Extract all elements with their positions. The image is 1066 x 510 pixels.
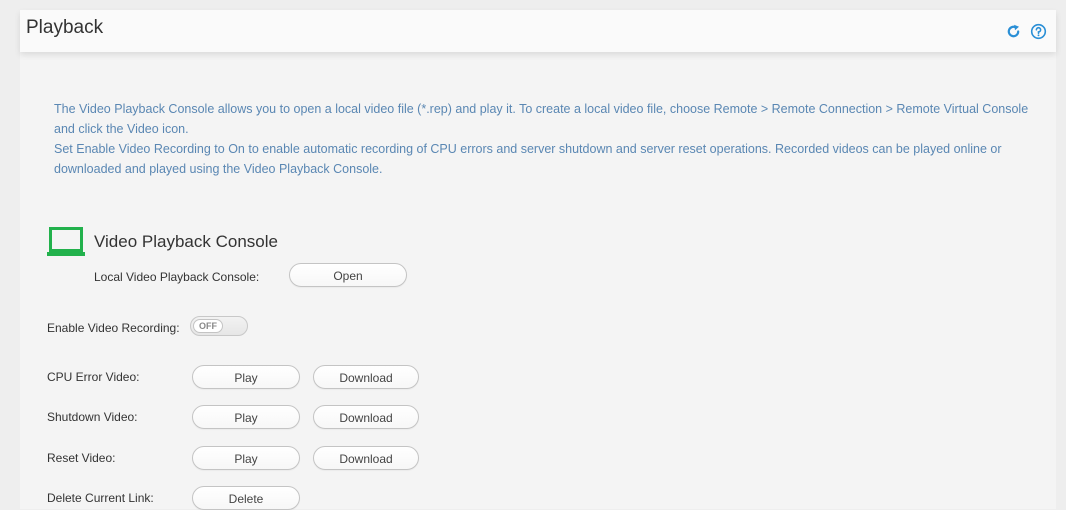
delete-link-label: Delete Current Link: [47, 491, 154, 505]
page-header: Playback [20, 10, 1056, 52]
playback-panel: Playback The Video Playback Console allo… [20, 10, 1056, 510]
reset-download-button[interactable]: Download [313, 446, 419, 470]
shutdown-download-button[interactable]: Download [313, 405, 419, 429]
toggle-state: OFF [193, 319, 223, 333]
help-icon[interactable] [1030, 23, 1047, 40]
laptop-icon [47, 226, 85, 263]
shutdown-play-button[interactable]: Play [192, 405, 300, 429]
local-console-label: Local Video Playback Console: [94, 270, 260, 284]
shutdown-video-label: Shutdown Video: [47, 410, 138, 424]
recording-toggle[interactable]: OFF [190, 316, 248, 336]
enable-recording-label: Enable Video Recording: [47, 321, 180, 335]
reset-video-label: Reset Video: [47, 451, 116, 465]
open-button[interactable]: Open [289, 263, 407, 287]
section-title: Video Playback Console [94, 232, 278, 251]
cpu-error-play-button[interactable]: Play [192, 365, 300, 389]
delete-button[interactable]: Delete [192, 486, 300, 510]
description-line-1: The Video Playback Console allows you to… [54, 102, 1029, 136]
refresh-icon[interactable] [1005, 23, 1022, 40]
description: The Video Playback Console allows you to… [54, 99, 1044, 179]
page-title: Playback [26, 17, 104, 38]
cpu-error-download-button[interactable]: Download [313, 365, 419, 389]
cpu-error-video-label: CPU Error Video: [47, 370, 140, 384]
reset-play-button[interactable]: Play [192, 446, 300, 470]
description-line-2: Set Enable Video Recording to On to enab… [54, 142, 1002, 176]
